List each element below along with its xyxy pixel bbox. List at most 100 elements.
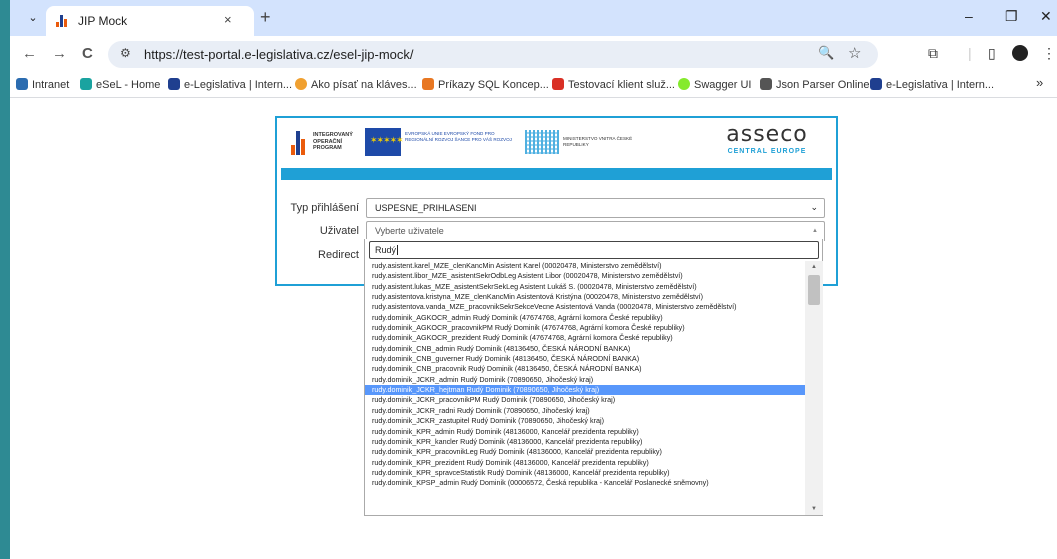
swagger-icon xyxy=(678,78,690,90)
user-option[interactable]: rudy.dominik_CNB_pracovnik Rudý Dominik … xyxy=(365,364,805,374)
user-option[interactable]: rudy.dominik_KPR_spravceStatistik Rudý D… xyxy=(365,468,805,478)
user-option[interactable]: rudy.dominik_KPSP_admin Rudý Dominik (00… xyxy=(365,478,805,488)
tab-strip: ⌄ JIP Mock × + – ❐ ✕ xyxy=(10,0,1057,36)
user-option[interactable]: rudy.dominik_JCKR_radni Rudý Dominik (70… xyxy=(365,406,805,416)
bookmark-json-parser[interactable]: Json Parser Online xyxy=(760,78,870,91)
scrollbar-thumb[interactable] xyxy=(808,275,820,305)
user-option[interactable]: rudy.dominik_JCKR_pracovnikPM Rudý Domin… xyxy=(365,395,805,405)
bookmark-e-legislativa[interactable]: e-Legislativa | Intern... xyxy=(168,78,292,91)
bookmark-label: Testovací klient služ... xyxy=(568,79,675,91)
profile-avatar[interactable] xyxy=(1012,45,1028,61)
ministry-logo: MINISTERSTVO VNITRA ČESKÉ REPUBLIKY xyxy=(525,130,635,158)
bookmark-ako-pisat[interactable]: Ako písať na kláves... xyxy=(295,78,417,91)
toolbar-divider: | xyxy=(968,45,972,61)
tab-search-chevron-icon[interactable]: ⌄ xyxy=(24,9,42,27)
user-option[interactable]: rudy.dominik_CNB_guverner Rudý Dominik (… xyxy=(365,354,805,364)
user-option[interactable]: rudy.dominik_AGKOCR_pracovnikPM Rudý Dom… xyxy=(365,323,805,333)
bookmark-swagger[interactable]: Swagger UI xyxy=(678,78,751,91)
asseco-logo: asseco CENTRAL EUROPE xyxy=(707,122,827,162)
typ-prihlaseni-select[interactable]: USPESNE_PRIHLASENI ⌄ xyxy=(366,198,825,218)
user-option[interactable]: rudy.asistentova.kristyna_MZE_clenKancMi… xyxy=(365,292,805,302)
menu-icon[interactable]: ⋮ xyxy=(1042,45,1056,62)
ne-icon xyxy=(870,78,882,90)
eu-logo: ✶✶✶✶✶ EVROPSKÁ UNIE EVROPSKÝ FOND PRO RE… xyxy=(365,128,513,158)
bookmark-label: Ako písať na kláves... xyxy=(311,79,417,91)
redirect-label: Redirect xyxy=(318,249,359,261)
globe-icon xyxy=(295,78,307,90)
json-icon xyxy=(760,78,772,90)
bookmark-intranet[interactable]: Intranet xyxy=(16,78,69,91)
user-option[interactable]: rudy.dominik_KPR_pracovnikLeg Rudý Domin… xyxy=(365,447,805,457)
browser-window: ⌄ JIP Mock × + – ❐ ✕ ← → C ⚙ https://tes… xyxy=(10,0,1057,559)
iop-logo: INTEGROVANÝ OPERAČNÍ PROGRAM xyxy=(291,128,363,158)
user-option[interactable]: rudy.dominik_KPR_admin Rudý Dominik (481… xyxy=(365,427,805,437)
bookmark-sql[interactable]: Príkazy SQL Koncep... xyxy=(422,78,549,91)
reload-button[interactable]: C xyxy=(82,45,93,62)
client-icon xyxy=(552,78,564,90)
bookmark-esel-home[interactable]: eSeL - Home xyxy=(80,78,160,91)
user-option[interactable]: rudy.dominik_AGKOCR_prezident Rudý Domin… xyxy=(365,333,805,343)
url-text[interactable]: https://test-portal.e-legislativa.cz/ese… xyxy=(144,47,413,62)
close-window-button[interactable]: ✕ xyxy=(1040,8,1052,25)
uzivatel-dropdown: Rudý rudy.asistent.karel_MZE_clenKancMin… xyxy=(364,239,823,516)
chevron-up-icon: ▲ xyxy=(812,228,818,234)
user-option[interactable]: rudy.asistent.karel_MZE_clenKancMin Asis… xyxy=(365,261,805,271)
user-option[interactable]: rudy.asistent.lukas_MZE_asistentSekrSekL… xyxy=(365,282,805,292)
chevron-down-icon: ⌄ xyxy=(810,202,818,212)
site-settings-icon[interactable]: ⚙ xyxy=(120,46,131,60)
tab-title: JIP Mock xyxy=(78,14,128,28)
user-option[interactable]: rudy.dominik_KPR_kancler Rudý Dominik (4… xyxy=(365,437,805,447)
ne-icon xyxy=(168,78,180,90)
esel-icon xyxy=(80,78,92,90)
new-tab-button[interactable]: + xyxy=(260,7,271,28)
asseco-logo-sub: CENTRAL EUROPE xyxy=(727,148,807,155)
bookmark-label: Príkazy SQL Koncep... xyxy=(438,79,549,91)
scroll-down-icon[interactable]: ▼ xyxy=(805,503,823,515)
eu-logo-text: EVROPSKÁ UNIE EVROPSKÝ FOND PRO REGIONÁL… xyxy=(405,131,512,142)
header-band xyxy=(281,168,832,180)
tab-close-icon[interactable]: × xyxy=(224,12,232,27)
bookmarks-bar: Intranet eSeL - Home e-Legislativa | Int… xyxy=(10,72,1057,98)
user-option[interactable]: rudy.dominik_AGKOCR_admin Rudý Dominik (… xyxy=(365,313,805,323)
eu-flag-icon: ✶✶✶✶✶ xyxy=(365,128,404,156)
zoom-icon[interactable]: 🔍 xyxy=(818,45,834,61)
uzivatel-select[interactable]: Vyberte uživatele ▲ xyxy=(366,221,825,241)
asseco-logo-main: asseco xyxy=(726,122,808,147)
bookmark-label: Json Parser Online xyxy=(776,79,870,91)
user-option[interactable]: rudy.dominik_JCKR_hejtman Rudý Dominik (… xyxy=(365,385,805,396)
scroll-up-icon[interactable]: ▲ xyxy=(805,261,823,273)
bookmark-label: Swagger UI xyxy=(694,79,752,91)
bookmark-label: e-Legislativa | Intern... xyxy=(184,79,293,91)
typ-prihlaseni-label: Typ přihlášení xyxy=(290,202,359,214)
jip-favicon-icon xyxy=(56,15,70,27)
extensions-icon[interactable]: ⧉ xyxy=(928,45,938,62)
bookmark-label: Intranet xyxy=(32,79,70,91)
user-option[interactable]: rudy.dominik_JCKR_zastupitel Rudý Domini… xyxy=(365,416,805,426)
sql-icon xyxy=(422,78,434,90)
bookmark-testovaci-klient[interactable]: Testovací klient služ... xyxy=(552,78,675,91)
search-query: Rudý xyxy=(375,245,397,255)
user-option[interactable]: rudy.dominik_JCKR_admin Rudý Dominik (70… xyxy=(365,375,805,385)
restore-button[interactable]: ❐ xyxy=(1005,8,1018,25)
bookmark-star-icon[interactable]: ☆ xyxy=(848,44,861,62)
side-panel-icon[interactable]: ▯ xyxy=(988,45,996,62)
user-option[interactable]: rudy.asistentova.vanda_MZE_pracovnikSekr… xyxy=(365,302,805,312)
forward-button[interactable]: → xyxy=(52,45,67,62)
tab-jip-mock[interactable]: JIP Mock × xyxy=(46,6,254,36)
minimize-button[interactable]: – xyxy=(965,8,973,24)
uzivatel-search-input[interactable]: Rudý xyxy=(369,241,819,259)
user-option[interactable]: rudy.asistent.libor_MZE_asistentSekrOdbL… xyxy=(365,271,805,281)
bookmarks-overflow-button[interactable]: » xyxy=(1036,75,1043,90)
ministry-grid-icon xyxy=(525,130,559,154)
bookmark-e-legislativa-2[interactable]: e-Legislativa | Intern... xyxy=(870,78,994,91)
intranet-icon xyxy=(16,78,28,90)
ministry-logo-text: MINISTERSTVO VNITRA ČESKÉ REPUBLIKY xyxy=(563,136,633,147)
back-button[interactable]: ← xyxy=(22,45,37,62)
dropdown-scrollbar[interactable]: ▲ ▼ xyxy=(805,261,823,515)
browser-toolbar: ← → C ⚙ https://test-portal.e-legislativ… xyxy=(10,36,1057,72)
uzivatel-placeholder: Vyberte uživatele xyxy=(375,226,444,236)
user-option[interactable]: rudy.dominik_CNB_admin Rudý Dominik (481… xyxy=(365,344,805,354)
address-bar[interactable]: ⚙ https://test-portal.e-legislativa.cz/e… xyxy=(108,41,878,68)
user-option[interactable]: rudy.dominik_KPR_prezident Rudý Dominik … xyxy=(365,458,805,468)
uzivatel-options-list: rudy.asistent.karel_MZE_clenKancMin Asis… xyxy=(365,261,805,515)
